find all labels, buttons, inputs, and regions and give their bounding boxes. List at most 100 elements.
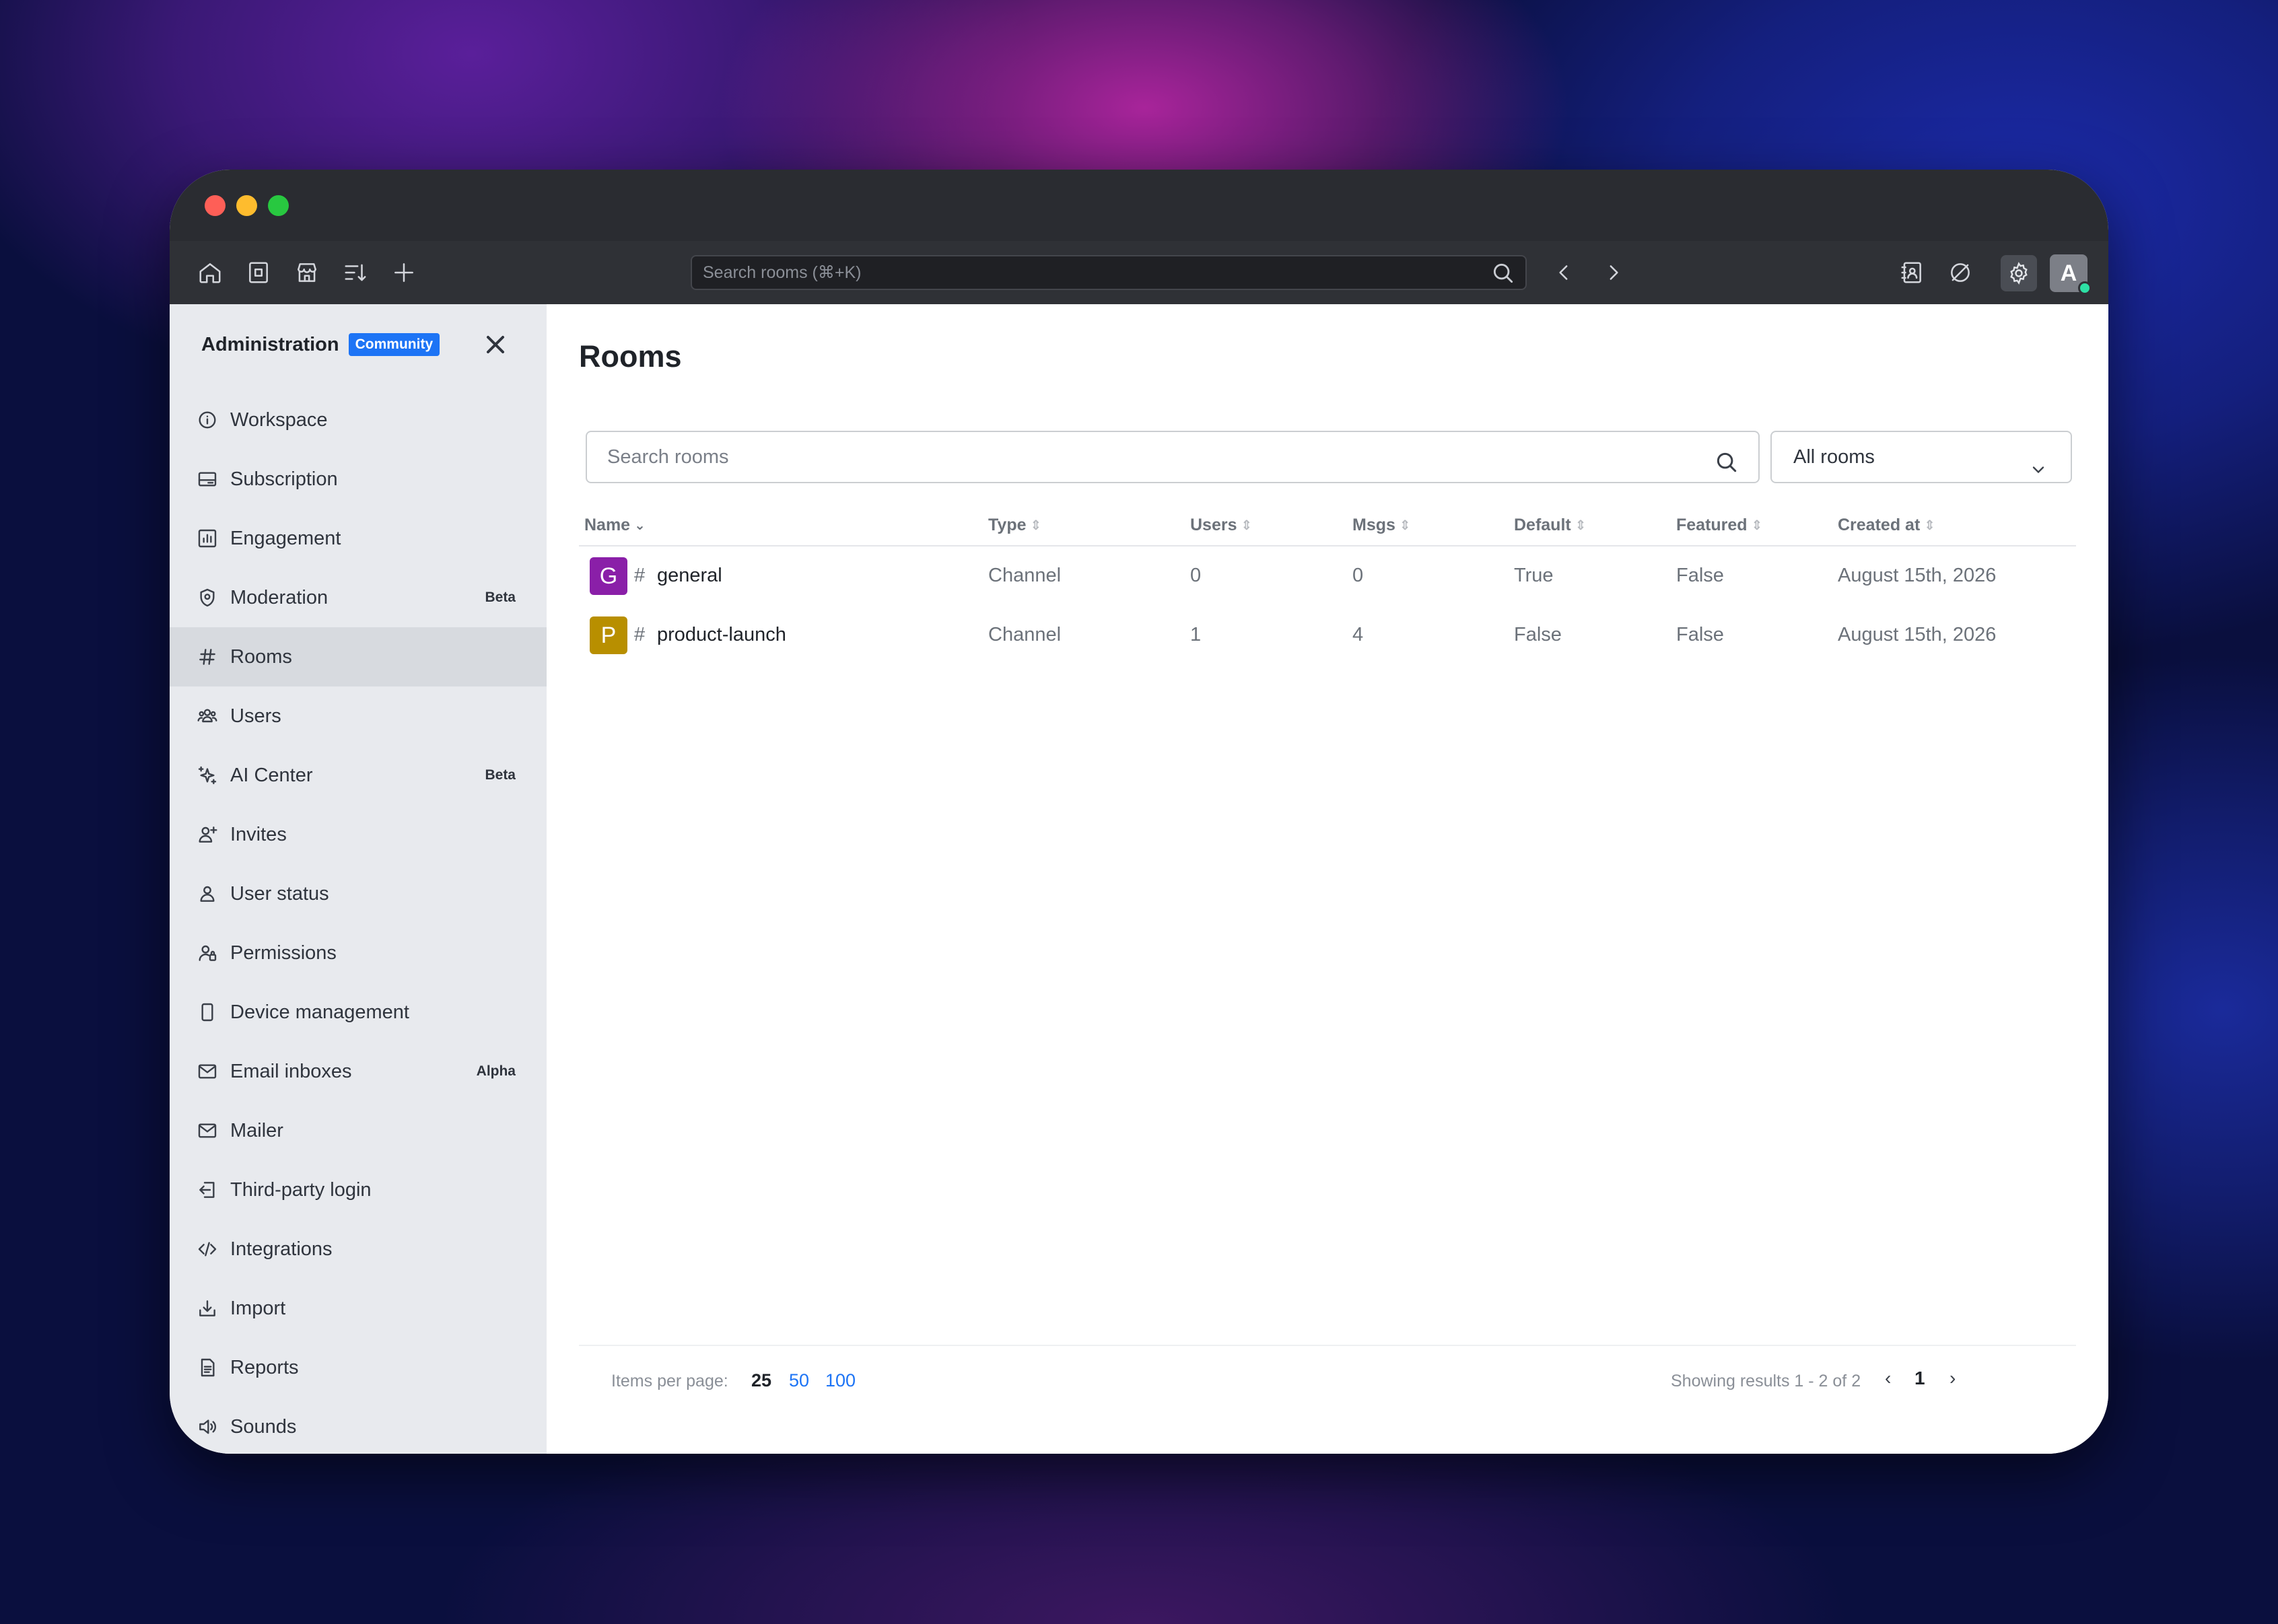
sidebar-item-engagement[interactable]: Engagement (170, 509, 547, 568)
room-users: 1 (1190, 624, 1202, 645)
sidebar-item-label: Subscription (230, 468, 338, 490)
room-avatar: G (590, 557, 627, 595)
per-page-option-50[interactable]: 50 (789, 1370, 809, 1391)
next-page-icon[interactable]: › (1949, 1368, 1956, 1389)
per-page-option-25[interactable]: 25 (751, 1370, 771, 1391)
table-row[interactable]: P # product-launch Channel 1 4 False Fal… (579, 606, 2076, 665)
forward-arrow-icon[interactable] (1598, 258, 1628, 287)
close-window-button[interactable] (205, 195, 226, 216)
sidebar-item-label: AI Center (230, 764, 313, 786)
beta-badge: Beta (485, 767, 516, 783)
sort-icon[interactable] (341, 258, 370, 287)
home-icon[interactable] (195, 258, 225, 287)
sidebar-item-device-management[interactable]: Device management (170, 983, 547, 1042)
room-msgs: 4 (1352, 624, 1364, 645)
sidebar-item-integrations[interactable]: Integrations (170, 1220, 547, 1279)
column-label: Default (1514, 516, 1571, 534)
app-window: Search rooms (⌘+K) A Administration Comm… (170, 170, 2108, 1454)
hash-icon: # (634, 565, 646, 586)
import-icon (195, 1296, 219, 1320)
minimize-window-button[interactable] (236, 195, 257, 216)
column-header-msgs[interactable]: Msgs ⇕ (1352, 516, 1411, 535)
chart-icon (195, 526, 219, 551)
room-type-select-value: All rooms (1793, 446, 1875, 468)
info-icon (195, 408, 219, 432)
room-name: general (657, 565, 722, 586)
column-label: Msgs (1352, 516, 1395, 534)
shield-icon (195, 586, 219, 610)
marketplace-icon[interactable] (292, 258, 322, 287)
room-featured: False (1676, 565, 1724, 586)
column-header-name[interactable]: Name ⌄ (584, 516, 646, 535)
top-toolbar: Search rooms (⌘+K) A (170, 241, 2108, 304)
sort-icon: ⇕ (1751, 518, 1763, 533)
previous-page-icon[interactable]: ‹ (1885, 1368, 1891, 1389)
sidebar-item-label: Reports (230, 1356, 299, 1378)
column-header-default[interactable]: Default ⇕ (1514, 516, 1587, 535)
column-label: Name (584, 516, 631, 534)
sidebar-item-reports[interactable]: Reports (170, 1338, 547, 1397)
directory-icon[interactable] (244, 258, 273, 287)
sparkles-icon (195, 763, 219, 787)
sidebar-item-import[interactable]: Import (170, 1279, 547, 1338)
sidebar-item-label: Import (230, 1297, 286, 1319)
create-new-icon[interactable] (389, 258, 419, 287)
user-avatar[interactable]: A (2050, 254, 2092, 295)
column-header-created-at[interactable]: Created at ⇕ (1838, 516, 1935, 535)
sidebar-item-invites[interactable]: Invites (170, 805, 547, 864)
search-placeholder: Search rooms (607, 446, 729, 468)
items-per-page-label: Items per page: (611, 1372, 728, 1390)
sidebar-item-workspace[interactable]: Workspace (170, 390, 547, 450)
sidebar-item-mailer[interactable]: Mailer (170, 1101, 547, 1160)
alpha-badge: Alpha (476, 1063, 516, 1079)
sort-desc-icon: ⌄ (634, 518, 646, 533)
room-default: True (1514, 565, 1554, 586)
sidebar-item-user-status[interactable]: User status (170, 864, 547, 923)
room-msgs: 0 (1352, 565, 1364, 586)
page-number[interactable]: 1 (1914, 1368, 1925, 1389)
back-arrow-icon[interactable] (1550, 258, 1579, 287)
administration-gear-icon[interactable] (2001, 255, 2037, 291)
sidebar-item-label: Permissions (230, 942, 337, 964)
close-icon[interactable] (481, 330, 510, 359)
per-page-option-100[interactable]: 100 (825, 1370, 856, 1391)
top-search-placeholder: Search rooms (⌘+K) (703, 263, 862, 282)
table-row[interactable]: G # general Channel 0 0 True False Augus… (579, 546, 2076, 606)
sidebar-item-sounds[interactable]: Sounds (170, 1397, 547, 1454)
sidebar-item-permissions[interactable]: Permissions (170, 923, 547, 983)
status-disabled-icon[interactable] (1945, 258, 1975, 287)
column-header-featured[interactable]: Featured ⇕ (1676, 516, 1762, 535)
column-header-type[interactable]: Type ⇕ (988, 516, 1041, 535)
room-type: Channel (988, 624, 1062, 645)
sidebar-item-moderation[interactable]: Moderation Beta (170, 568, 547, 627)
sidebar-item-label: Third-party login (230, 1178, 372, 1201)
contact-book-icon[interactable] (1897, 258, 1927, 287)
column-header-users[interactable]: Users ⇕ (1190, 516, 1252, 535)
search-icon (1714, 444, 1739, 494)
room-type-select[interactable]: All rooms (1770, 431, 2072, 483)
room-users: 0 (1190, 565, 1202, 586)
title-bar (170, 170, 2108, 241)
results-count: Showing results 1 - 2 of 2 (1671, 1372, 1861, 1390)
main-content: Rooms Search rooms All rooms Name ⌄ Type ⇕… (547, 304, 2108, 1454)
file-icon (195, 1355, 219, 1380)
column-label: Users (1190, 516, 1237, 534)
sidebar-item-third-party-login[interactable]: Third-party login (170, 1160, 547, 1220)
user-plus-icon (195, 822, 219, 847)
sidebar-item-email-inboxes[interactable]: Email inboxes Alpha (170, 1042, 547, 1101)
room-name: product-launch (657, 624, 786, 645)
search-input[interactable]: Search rooms (586, 431, 1760, 483)
card-icon (195, 467, 219, 491)
sidebar-item-rooms[interactable]: Rooms (170, 627, 547, 686)
sort-icon: ⇕ (1575, 518, 1587, 533)
room-created-at: August 15th, 2026 (1838, 565, 1997, 586)
sidebar-item-subscription[interactable]: Subscription (170, 450, 547, 509)
sidebar-item-label: Engagement (230, 527, 341, 549)
sidebar-item-label: Rooms (230, 645, 292, 668)
sidebar-item-label: Device management (230, 1001, 409, 1023)
sidebar-item-users[interactable]: Users (170, 686, 547, 746)
top-search-input[interactable]: Search rooms (⌘+K) (691, 255, 1527, 290)
search-icon (1490, 260, 1516, 286)
sidebar-item-ai-center[interactable]: AI Center Beta (170, 746, 547, 805)
maximize-window-button[interactable] (268, 195, 289, 216)
